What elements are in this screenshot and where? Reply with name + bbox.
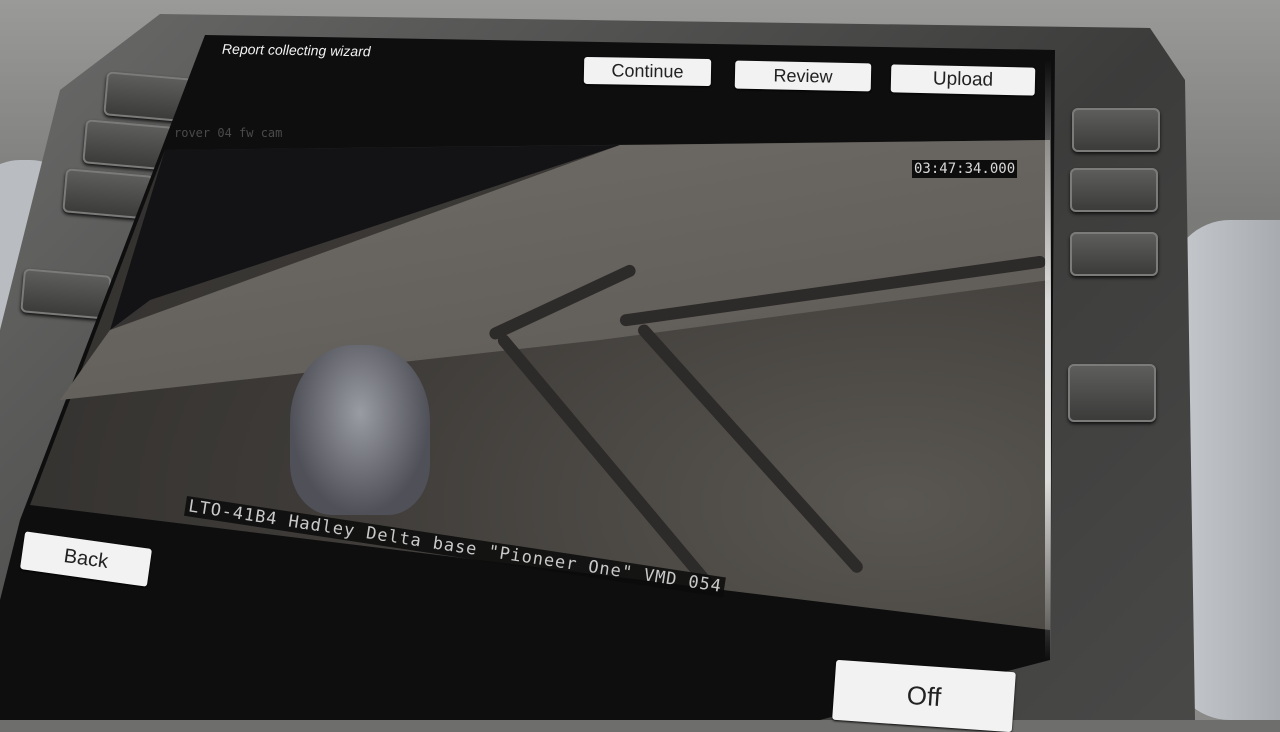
feed-timestamp: 03:47:34.000 bbox=[912, 160, 1018, 178]
hardware-button-right-4[interactable] bbox=[1068, 364, 1156, 422]
review-button[interactable]: Review bbox=[734, 60, 872, 92]
astronaut bbox=[290, 345, 430, 515]
off-button[interactable]: Off bbox=[832, 659, 1016, 732]
continue-button[interactable]: Continue bbox=[583, 56, 712, 87]
hardware-button-right-1[interactable] bbox=[1072, 108, 1160, 152]
wizard-title: Report collecting wizard bbox=[221, 40, 371, 60]
upload-button[interactable]: Upload bbox=[890, 64, 1036, 96]
hardware-button-right-3[interactable] bbox=[1070, 232, 1158, 276]
screen-glare bbox=[1045, 60, 1051, 660]
camera-label: rover 04 fw cam bbox=[174, 126, 283, 140]
hardware-button-right-2[interactable] bbox=[1070, 168, 1158, 212]
hardware-button-left-4[interactable] bbox=[20, 268, 112, 320]
